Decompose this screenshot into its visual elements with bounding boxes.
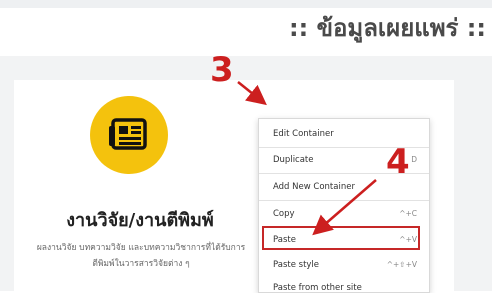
menu-item-label: Copy (273, 209, 295, 219)
menu-item-label: Paste from other site (273, 283, 362, 293)
menu-item-paste-style[interactable]: Paste style ^+⇧+V (259, 254, 429, 276)
menu-item-copy[interactable]: Copy ^+C (259, 203, 429, 225)
newspaper-icon (109, 118, 147, 150)
menu-item-shortcut: D (411, 155, 417, 164)
menu-item-shortcut: ^+C (399, 209, 417, 218)
card-description: ผลงานวิจัย บทความวิจัย และบทความวิชาการท… (36, 243, 246, 269)
top-strip (0, 0, 492, 8)
menu-item-label: Edit Container (273, 129, 334, 139)
menu-item-label: Add New Container (273, 182, 355, 192)
step-3-label: 3 (210, 50, 234, 90)
menu-item-label: Paste style (273, 260, 320, 270)
card-title: งานวิจัย/งานตีพิมพ์ (66, 210, 214, 231)
paste-highlight-box (262, 226, 420, 250)
step-4-label: 4 (386, 142, 410, 182)
menu-item-shortcut: ^+⇧+V (386, 260, 417, 269)
menu-item-label: Duplicate (273, 155, 314, 165)
section-title: :: ข้อมูลเผยแพร่ :: (289, 14, 486, 42)
icon-circle (90, 96, 168, 174)
menu-separator (259, 200, 429, 201)
